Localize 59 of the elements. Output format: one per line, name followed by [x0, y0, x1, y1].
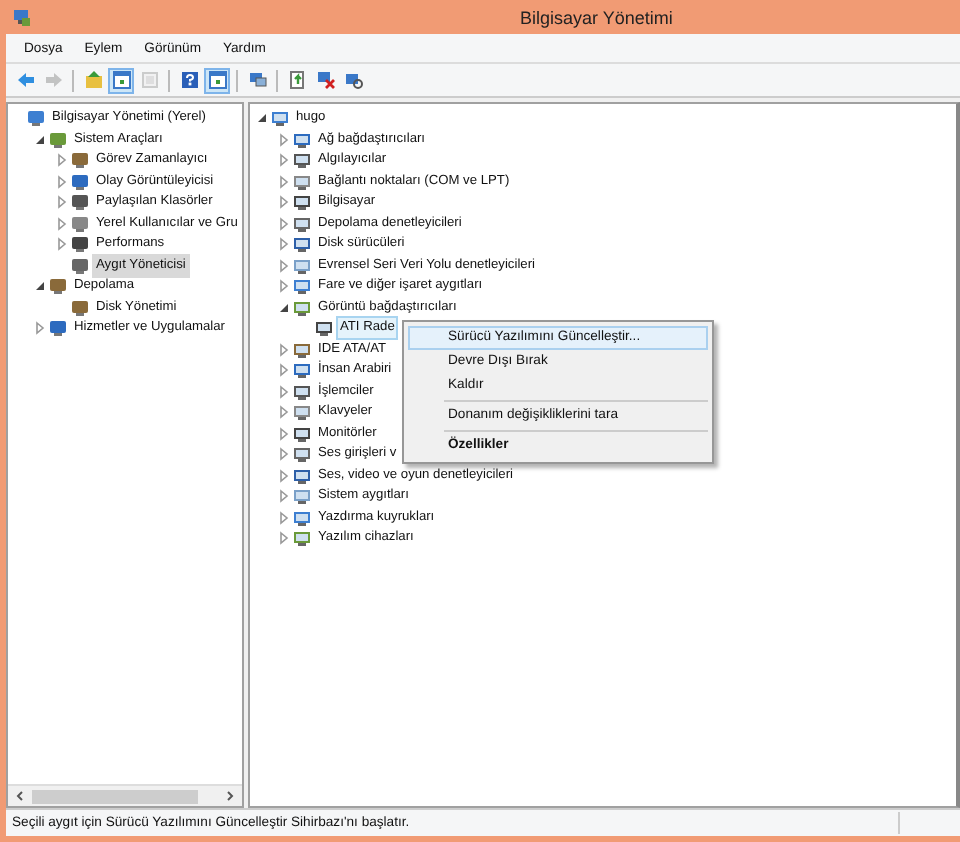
window-title: Bilgisayar Yönetimi [520, 7, 673, 27]
device-icon [292, 423, 312, 444]
device-icon [292, 213, 312, 234]
expand-arrow-icon[interactable] [54, 173, 70, 190]
expand-arrow-icon[interactable] [276, 446, 292, 463]
expand-arrow-icon[interactable] [54, 215, 70, 232]
device-icon [292, 276, 312, 297]
device-icon [292, 465, 312, 486]
expand-arrow-icon[interactable] [276, 488, 292, 505]
help-button[interactable] [176, 67, 202, 93]
pane-button[interactable] [204, 67, 230, 93]
device-icon [270, 108, 290, 129]
device-icon [292, 297, 312, 318]
collapse-arrow-icon[interactable] [254, 110, 270, 127]
device-icon [292, 381, 312, 402]
expand-arrow-icon[interactable] [276, 530, 292, 547]
update-button[interactable] [284, 67, 310, 93]
scroll-right-icon[interactable] [222, 788, 238, 804]
device-icon [292, 339, 312, 360]
device-icon [292, 171, 312, 192]
expand-arrow-icon[interactable] [276, 425, 292, 442]
device-icon [292, 150, 312, 171]
collapse-arrow-icon[interactable] [276, 299, 292, 316]
device-icon [292, 528, 312, 549]
collapse-arrow-icon[interactable] [32, 131, 48, 148]
uninstall-button[interactable] [312, 67, 338, 93]
device-icon [292, 255, 312, 276]
device-icon [292, 402, 312, 423]
expand-arrow-icon[interactable] [276, 257, 292, 274]
up-button[interactable] [80, 67, 106, 93]
expand-arrow-icon[interactable] [276, 509, 292, 526]
expand-arrow-icon[interactable] [276, 236, 292, 253]
scroll-left-icon[interactable] [12, 788, 28, 804]
expand-arrow-icon[interactable] [276, 173, 292, 190]
device-icon [314, 318, 334, 339]
expand-arrow-icon[interactable] [276, 404, 292, 421]
scrollbar-thumb[interactable] [32, 789, 198, 803]
device-icon [292, 234, 312, 255]
expand-arrow-icon[interactable] [276, 194, 292, 211]
expand-arrow-icon[interactable] [276, 383, 292, 400]
device-icon [292, 360, 312, 381]
expand-arrow-icon[interactable] [276, 467, 292, 484]
expand-arrow-icon[interactable] [276, 341, 292, 358]
computer-icon [12, 7, 32, 27]
device-icon [292, 129, 312, 150]
horizontal-scrollbar[interactable] [8, 784, 242, 806]
expand-arrow-icon[interactable] [54, 236, 70, 253]
collapse-arrow-icon[interactable] [32, 278, 48, 295]
device-icon [292, 507, 312, 528]
expand-arrow-icon[interactable] [32, 320, 48, 337]
device-icon [292, 192, 312, 213]
computer-button[interactable] [244, 67, 270, 93]
device-icon [292, 444, 312, 465]
expand-arrow-icon[interactable] [276, 362, 292, 379]
device-icon [292, 486, 312, 507]
expand-arrow-icon[interactable] [54, 194, 70, 211]
tree-button[interactable] [108, 67, 134, 93]
expand-arrow-icon[interactable] [276, 152, 292, 169]
expand-arrow-icon[interactable] [276, 215, 292, 232]
